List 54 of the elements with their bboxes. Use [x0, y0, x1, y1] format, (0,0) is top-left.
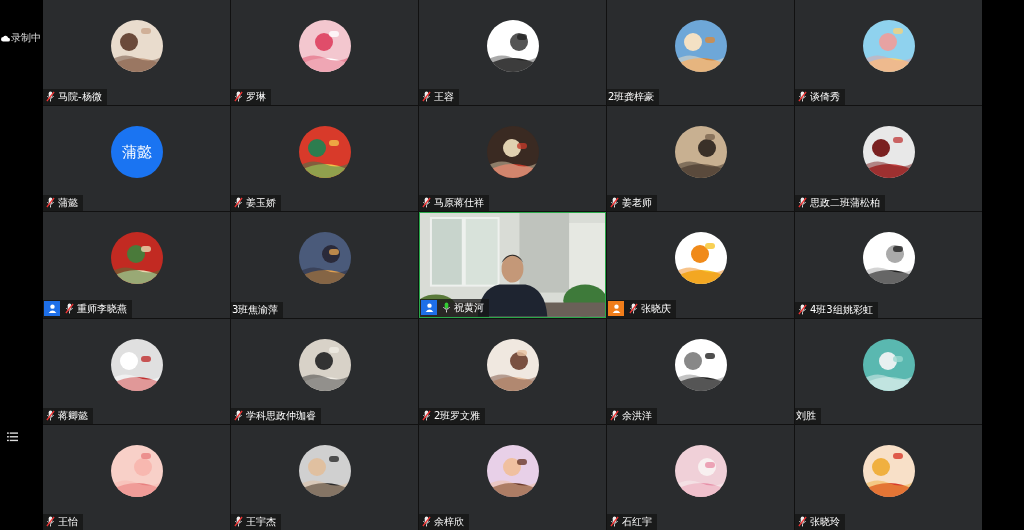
participant-tile[interactable]: 4班3组姚彩虹: [795, 212, 982, 318]
participant-tile[interactable]: 祝黄河: [419, 212, 606, 318]
participant-name: 张晓庆: [641, 301, 671, 315]
participant-name: 学科思政仲珈睿: [246, 408, 316, 422]
participant-name: 王宇杰: [246, 515, 276, 528]
participant-name: 罗琳: [246, 90, 266, 104]
participant-tile[interactable]: 3班焦渝萍: [231, 212, 418, 318]
participant-tile[interactable]: 2班罗文雅: [419, 318, 606, 424]
participant-name: 姜玉娇: [246, 196, 276, 210]
participant-tile[interactable]: 谈倚秀: [795, 0, 982, 106]
participant-name: 王容: [434, 90, 454, 104]
participant-name: 姜老师: [622, 196, 652, 210]
participant-tile[interactable]: 学科思政仲珈睿: [231, 318, 418, 424]
participant-tile[interactable]: 姜老师: [607, 106, 794, 212]
cloud-icon: [1, 34, 10, 42]
participant-tile[interactable]: 张晓玲: [795, 424, 982, 530]
participant-name: 张晓玲: [810, 515, 840, 528]
participant-name: 4班3组姚彩虹: [810, 302, 873, 316]
participant-name: 祝黄河: [454, 300, 484, 314]
participant-tile[interactable]: 张晓庆: [607, 212, 794, 318]
participant-tile[interactable]: 重师李晓燕: [43, 212, 230, 318]
participant-name: 蒋卿懿: [58, 408, 88, 422]
participant-name: 马原蒋仕祥: [434, 196, 484, 210]
participant-name: 2班龚梓豪: [608, 90, 655, 104]
participant-tile[interactable]: 石红宇: [607, 424, 794, 530]
participant-name: 3班焦渝萍: [232, 302, 279, 316]
participant-tile[interactable]: 王容: [419, 0, 606, 106]
participant-name: 余梓欣: [434, 515, 464, 528]
participant-tile[interactable]: 马原蒋仕祥: [419, 106, 606, 212]
participant-name: 2班罗文雅: [434, 408, 481, 422]
participant-tile[interactable]: 余梓欣: [419, 424, 606, 530]
participant-tile[interactable]: 姜玉娇: [231, 106, 418, 212]
participant-name: 重师李晓燕: [77, 301, 127, 315]
participant-name: 蒲懿: [58, 196, 78, 210]
participant-name: 余洪洋: [622, 408, 652, 422]
participant-tile[interactable]: 余洪洋: [607, 318, 794, 424]
participant-name: 谈倚秀: [810, 90, 840, 104]
participant-tile[interactable]: 蒲懿 蒲懿: [43, 106, 230, 212]
list-icon[interactable]: [7, 432, 18, 442]
participant-name: 王怡: [58, 515, 78, 528]
participant-tile[interactable]: 蒋卿懿: [43, 318, 230, 424]
participant-name: 石红宇: [622, 515, 652, 528]
participant-tile[interactable]: 马院-杨微: [43, 0, 230, 106]
participant-name: 马院-杨微: [58, 90, 102, 104]
participant-name: 刘胜: [796, 408, 816, 422]
participant-tile[interactable]: 2班龚梓豪: [607, 0, 794, 106]
participant-tile[interactable]: 罗琳: [231, 0, 418, 106]
participant-name: 思政二班蒲松柏: [810, 196, 880, 210]
participant-tile[interactable]: 思政二班蒲松柏: [795, 106, 982, 212]
participant-tile[interactable]: 王怡: [43, 424, 230, 530]
recording-label: 录制中: [11, 31, 41, 45]
initials-avatar: 蒲懿: [110, 126, 163, 179]
participant-tile[interactable]: 刘胜: [795, 318, 982, 424]
participant-tile[interactable]: 王宇杰: [231, 424, 418, 530]
